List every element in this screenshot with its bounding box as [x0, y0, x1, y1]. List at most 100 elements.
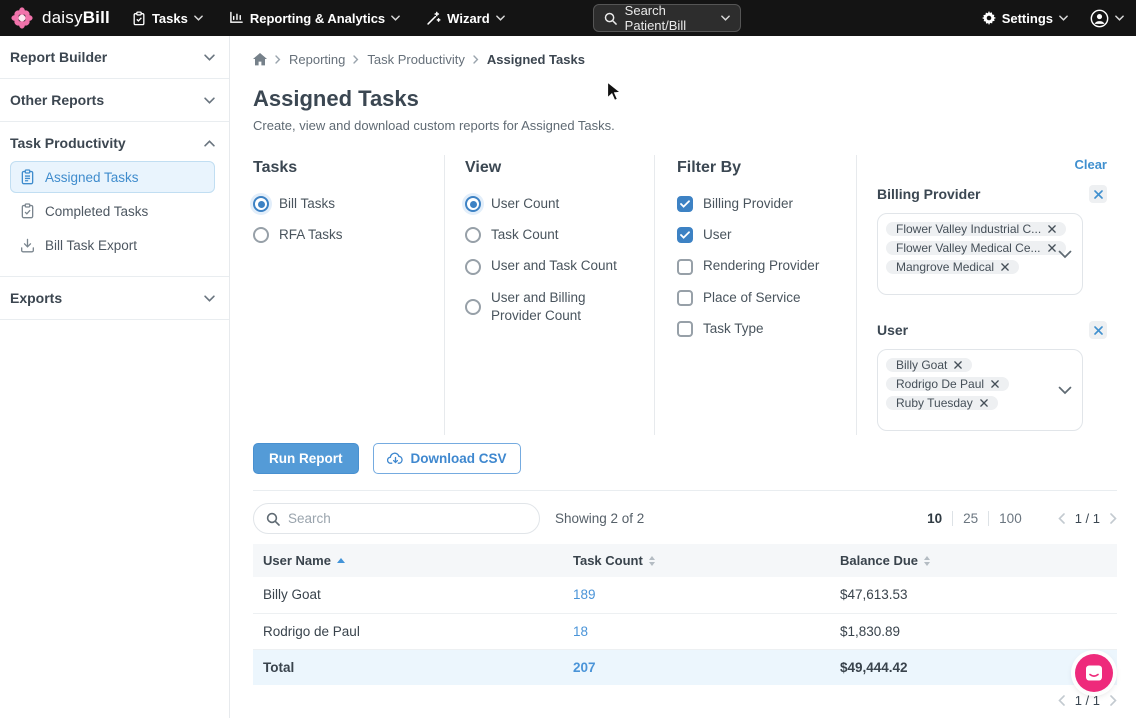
magic-wand-icon [426, 11, 441, 26]
next-page-icon[interactable] [1110, 695, 1117, 706]
nav-menu-settings[interactable]: Settings [982, 11, 1068, 26]
chevron-down-icon [391, 15, 400, 21]
remove-chip-icon[interactable] [1001, 263, 1009, 271]
remove-chip-icon[interactable] [1048, 244, 1056, 252]
clear-filters-link[interactable]: Clear [1074, 157, 1107, 172]
clipboard-icon [132, 11, 146, 26]
prev-page-icon[interactable] [1058, 695, 1065, 706]
billing-provider-multiselect[interactable]: Flower Valley Industrial C... Flower Val… [877, 213, 1083, 295]
remove-chip-icon[interactable] [1048, 225, 1056, 233]
checkbox-unchecked[interactable] [677, 321, 693, 337]
next-page-icon[interactable] [1110, 513, 1117, 524]
column-header-user-name[interactable]: User Name [253, 544, 563, 577]
column-label: Balance Due [840, 553, 918, 568]
download-csv-button[interactable]: Download CSV [373, 443, 521, 474]
checkbox-unchecked[interactable] [677, 259, 693, 275]
page-size-100[interactable]: 100 [988, 511, 1032, 526]
sidebar-item-bill-task-export[interactable]: Bill Task Export [10, 229, 215, 261]
sidebar-group-label: Exports [10, 290, 62, 306]
page-size-25[interactable]: 25 [952, 511, 988, 526]
filter-chip: Flower Valley Medical Ce... [886, 241, 1066, 255]
sort-asc-icon [337, 558, 345, 563]
checkbox-task-type[interactable]: Task Type [677, 320, 840, 338]
search-icon [266, 512, 280, 526]
sidebar-group-report-builder[interactable]: Report Builder [10, 49, 215, 65]
prev-page-icon[interactable] [1058, 513, 1065, 524]
radio-rfa-tasks[interactable]: RFA Tasks [253, 226, 428, 244]
remove-chip-icon[interactable] [954, 361, 962, 369]
checkbox-label: User [703, 226, 732, 244]
sort-icon [649, 556, 655, 566]
remove-billing-provider-filter-button[interactable] [1089, 185, 1107, 203]
radio-task-count[interactable]: Task Count [465, 226, 638, 244]
daisybill-logo[interactable]: daisyBill [10, 6, 110, 30]
page-size-10[interactable]: 10 [917, 511, 952, 526]
column-header-balance-due[interactable]: Balance Due [830, 544, 1117, 577]
task-count-link[interactable]: 189 [573, 587, 596, 602]
radio-user-and-task-count[interactable]: User and Task Count [465, 257, 638, 275]
chat-bubble-button[interactable] [1075, 654, 1113, 692]
checkbox-checked[interactable] [677, 196, 693, 212]
checkbox-place-of-service[interactable]: Place of Service [677, 289, 840, 307]
nav-menu-wizard-label: Wizard [447, 11, 490, 26]
radio-user-and-billing-provider-count[interactable]: User and Billing Provider Count [465, 289, 638, 325]
nav-menu-reporting-label: Reporting & Analytics [250, 11, 385, 26]
filter-chip: Rodrigo De Paul [886, 377, 1009, 391]
radio-button[interactable] [253, 227, 269, 243]
sidebar-group-other-reports[interactable]: Other Reports [10, 92, 215, 108]
filter-by-section-title: Filter By [677, 159, 840, 177]
radio-user-count[interactable]: User Count [465, 195, 638, 213]
global-search-button[interactable]: Search Patient/Bill [593, 4, 741, 32]
task-count-link[interactable]: 18 [573, 624, 588, 639]
report-chart-icon [229, 11, 244, 25]
section-divider [253, 490, 1117, 491]
nav-menu-tasks[interactable]: Tasks [132, 11, 203, 26]
user-multiselect[interactable]: Billy Goat Rodrigo De Paul Ruby Tuesday [877, 349, 1083, 431]
chevron-down-icon [721, 15, 730, 21]
radio-bill-tasks[interactable]: Bill Tasks [253, 195, 428, 213]
radio-button[interactable] [465, 259, 481, 275]
chevron-down-icon [1115, 15, 1124, 21]
remove-chip-icon[interactable] [980, 399, 988, 407]
breadcrumb-task-productivity[interactable]: Task Productivity [367, 52, 465, 67]
chevron-down-icon[interactable] [1058, 250, 1072, 259]
user-account-menu[interactable] [1090, 9, 1124, 28]
sidebar-group-exports[interactable]: Exports [10, 290, 215, 306]
nav-menu-reporting-analytics[interactable]: Reporting & Analytics [229, 11, 400, 26]
home-icon[interactable] [253, 53, 267, 66]
remove-chip-icon[interactable] [991, 380, 999, 388]
nav-menu-wizard[interactable]: Wizard [426, 11, 505, 26]
clipboard-list-icon [20, 169, 35, 185]
table-pagination-top: 1 / 1 [1058, 511, 1117, 526]
breadcrumb-reporting[interactable]: Reporting [289, 52, 345, 67]
assigned-tasks-table: User Name Task Count Balance Due Billy G… [253, 544, 1117, 685]
sidebar-item-assigned-tasks[interactable]: Assigned Tasks [10, 161, 215, 193]
radio-button-selected[interactable] [465, 196, 481, 212]
report-config-panel: Tasks Bill Tasks RFA Tasks View User Cou… [253, 155, 1117, 435]
radio-button[interactable] [465, 299, 481, 315]
breadcrumb-separator-icon [275, 55, 281, 64]
billing-provider-filter-label: Billing Provider [877, 186, 980, 202]
run-report-button[interactable]: Run Report [253, 443, 359, 474]
remove-user-filter-button[interactable] [1089, 321, 1107, 339]
checkbox-user[interactable]: User [677, 226, 840, 244]
sidebar-group-task-productivity[interactable]: Task Productivity [10, 135, 215, 151]
checkbox-label: Task Type [703, 320, 764, 338]
radio-button-selected[interactable] [253, 196, 269, 212]
checkbox-unchecked[interactable] [677, 290, 693, 306]
chevron-down-icon [204, 54, 215, 61]
table-search[interactable] [253, 503, 540, 534]
chevron-down-icon[interactable] [1058, 386, 1072, 395]
filter-chip: Billy Goat [886, 358, 972, 372]
checkbox-billing-provider[interactable]: Billing Provider [677, 195, 840, 213]
checkbox-rendering-provider[interactable]: Rendering Provider [677, 257, 840, 275]
sidebar-item-completed-tasks[interactable]: Completed Tasks [10, 195, 215, 227]
chevron-down-icon [204, 97, 215, 104]
total-task-count-link[interactable]: 207 [573, 660, 596, 675]
breadcrumb: Reporting Task Productivity Assigned Tas… [253, 52, 1117, 67]
cell-user-name: Rodrigo de Paul [253, 613, 563, 649]
radio-button[interactable] [465, 227, 481, 243]
table-search-input[interactable] [288, 511, 527, 526]
column-header-task-count[interactable]: Task Count [563, 544, 830, 577]
checkbox-checked[interactable] [677, 227, 693, 243]
